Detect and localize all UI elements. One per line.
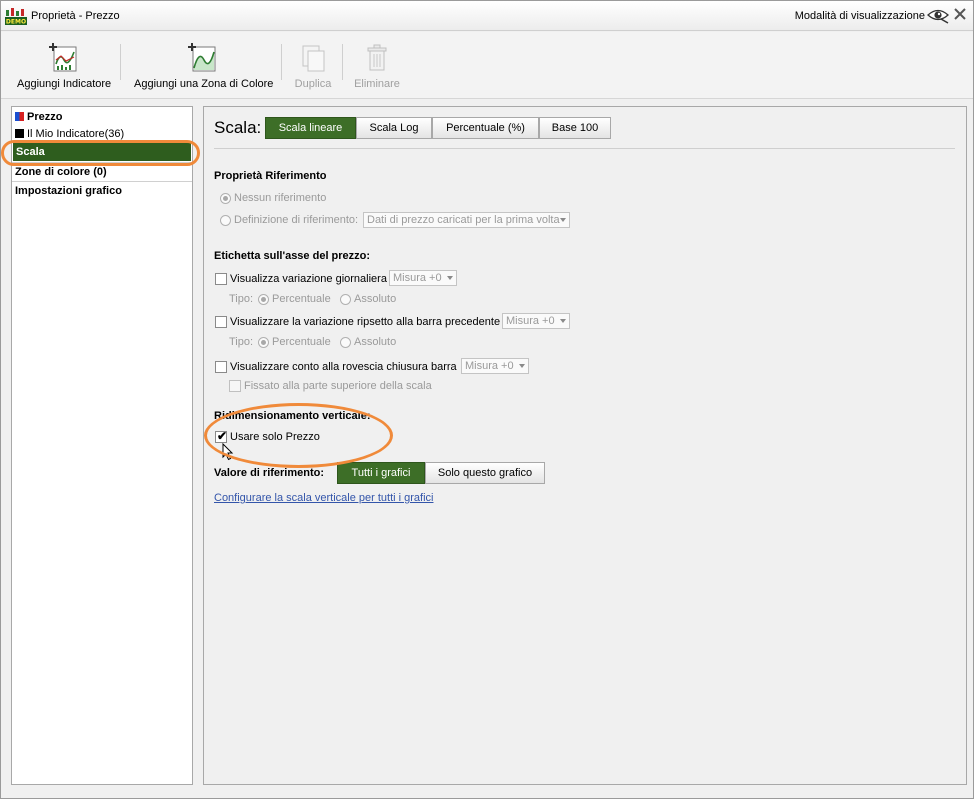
sidebar-item-chart-settings[interactable]: Impostazioni grafico	[12, 182, 192, 200]
reference-definition-value: Dati di prezzo caricati per la prima vol…	[367, 214, 560, 226]
toolbar-separator	[342, 44, 343, 80]
duplicate-icon	[302, 45, 325, 72]
toolbar-separator	[281, 44, 282, 80]
chevron-down-icon	[560, 218, 566, 222]
no-reference-radio[interactable]	[220, 193, 231, 204]
chevron-down-icon	[519, 364, 525, 368]
settings-nav: Prezzo Il Mio Indicatore(36) Scala Zone …	[11, 106, 193, 785]
reference-heading: Proprietà Riferimento	[214, 170, 327, 182]
fixed-top-label: Fissato alla parte superiore della scala	[244, 380, 432, 392]
reference-definition-radio[interactable]	[220, 215, 231, 226]
configure-scale-link[interactable]: Configurare la scala verticale per tutti…	[214, 492, 433, 504]
all-charts-button[interactable]: Tutti i grafici	[337, 462, 425, 484]
delete-label: Eliminare	[354, 78, 400, 90]
duplicate-label: Duplica	[294, 78, 332, 90]
prev-bar-measure-value: Misura +0	[506, 315, 555, 327]
add-color-zone-label: Aggiungi una Zona di Colore	[134, 78, 274, 90]
price-axis-heading: Etichetta sull'asse del prezzo:	[214, 250, 371, 262]
sidebar-item-scale[interactable]: Scala	[13, 143, 191, 161]
absolute-label: Assoluto	[354, 293, 397, 305]
scale-percent-button[interactable]: Percentuale (%)	[432, 117, 539, 139]
add-indicator-icon	[49, 43, 77, 72]
absolute-label: Assoluto	[354, 336, 397, 348]
scale-linear-button[interactable]: Scala lineare	[265, 117, 356, 139]
sidebar-item-label: Zone di colore (0)	[15, 166, 107, 178]
indicator-color-swatch	[15, 129, 24, 138]
daily-change-checkbox[interactable]	[215, 273, 227, 285]
no-reference-label: Nessun riferimento	[234, 192, 327, 204]
view-mode-label: Modalità di visualizzazione	[794, 10, 925, 22]
this-chart-only-button[interactable]: Solo questo grafico	[425, 462, 545, 484]
add-color-zone-button[interactable]: Aggiungi una Zona di Colore	[134, 42, 274, 90]
window-title: Proprietà - Prezzo	[31, 10, 120, 22]
eye-icon[interactable]	[927, 6, 949, 24]
section-divider	[214, 148, 955, 149]
reference-value-label: Valore di riferimento:	[214, 467, 325, 479]
sidebar-item-label: Impostazioni grafico	[15, 185, 122, 197]
countdown-measure-value: Misura +0	[465, 360, 514, 372]
properties-window: DEMO Proprietà - Prezzo Modalità di visu…	[0, 0, 974, 799]
close-icon[interactable]	[953, 7, 967, 21]
countdown-measure-select[interactable]: Misura +0	[461, 358, 529, 374]
svg-text:DEMO: DEMO	[6, 19, 26, 26]
countdown-label: Visualizzare conto alla rovescia chiusur…	[230, 361, 457, 373]
delete-button[interactable]: Eliminare	[351, 42, 403, 90]
sidebar-item-color-zones[interactable]: Zone di colore (0)	[12, 163, 192, 181]
sidebar-item-my-indicator[interactable]: Il Mio Indicatore(36)	[12, 125, 192, 143]
daily-change-measure-select[interactable]: Misura +0	[389, 270, 457, 286]
sidebar-item-label: Il Mio Indicatore(36)	[27, 128, 125, 140]
toolbar: Aggiungi Indicatore Aggiungi una Zona di…	[1, 32, 973, 99]
sidebar-item-label: Scala	[16, 146, 45, 158]
sidebar-item-label: Prezzo	[27, 111, 63, 123]
vertical-resize-heading: Ridimensionamento verticale:	[214, 410, 371, 422]
price-color-swatch	[15, 112, 24, 121]
scale-settings-panel: Scala: Scala lineare Scala Log Percentua…	[203, 106, 967, 785]
prev-bar-measure-select[interactable]: Misura +0	[502, 313, 570, 329]
percent-label: Percentuale	[272, 336, 331, 348]
chevron-down-icon	[447, 276, 453, 280]
scale-log-button[interactable]: Scala Log	[356, 117, 432, 139]
mouse-cursor-icon	[222, 443, 234, 461]
type-label: Tipo:	[229, 293, 254, 305]
add-indicator-label: Aggiungi Indicatore	[17, 78, 112, 90]
trash-icon	[367, 44, 387, 71]
type-label: Tipo:	[229, 336, 254, 348]
use-price-only-label: Usare solo Prezzo	[230, 431, 320, 443]
countdown-checkbox[interactable]	[215, 361, 227, 373]
reference-definition-label: Definizione di riferimento:	[234, 214, 359, 226]
scale-base100-button[interactable]: Base 100	[539, 117, 611, 139]
duplicate-button[interactable]: Duplica	[289, 42, 337, 90]
prev-bar-change-label: Visualizzare la variazione ripsetto alla…	[230, 316, 501, 328]
percent-label: Percentuale	[272, 293, 331, 305]
add-color-zone-icon	[188, 43, 216, 72]
add-indicator-button[interactable]: Aggiungi Indicatore	[17, 42, 111, 90]
daily-change-measure-value: Misura +0	[393, 272, 442, 284]
reference-definition-select[interactable]: Dati di prezzo caricati per la prima vol…	[363, 212, 570, 228]
daily-change-percent-radio[interactable]	[258, 294, 269, 305]
scale-heading: Scala:	[214, 118, 262, 137]
title-bar: DEMO Proprietà - Prezzo Modalità di visu…	[1, 1, 973, 31]
sidebar-item-price[interactable]: Prezzo	[12, 108, 192, 126]
daily-change-absolute-radio[interactable]	[340, 294, 351, 305]
chevron-down-icon	[560, 319, 566, 323]
daily-change-label: Visualizza variazione giornaliera	[230, 273, 387, 285]
checkmark-icon: ✔	[217, 429, 228, 443]
toolbar-separator	[120, 44, 121, 80]
use-price-only-checkbox[interactable]: ✔	[215, 429, 228, 443]
fixed-top-checkbox[interactable]	[229, 380, 241, 392]
demo-app-icon: DEMO	[5, 8, 27, 26]
prev-bar-percent-radio[interactable]	[258, 337, 269, 348]
prev-bar-absolute-radio[interactable]	[340, 337, 351, 348]
prev-bar-change-checkbox[interactable]	[215, 316, 227, 328]
